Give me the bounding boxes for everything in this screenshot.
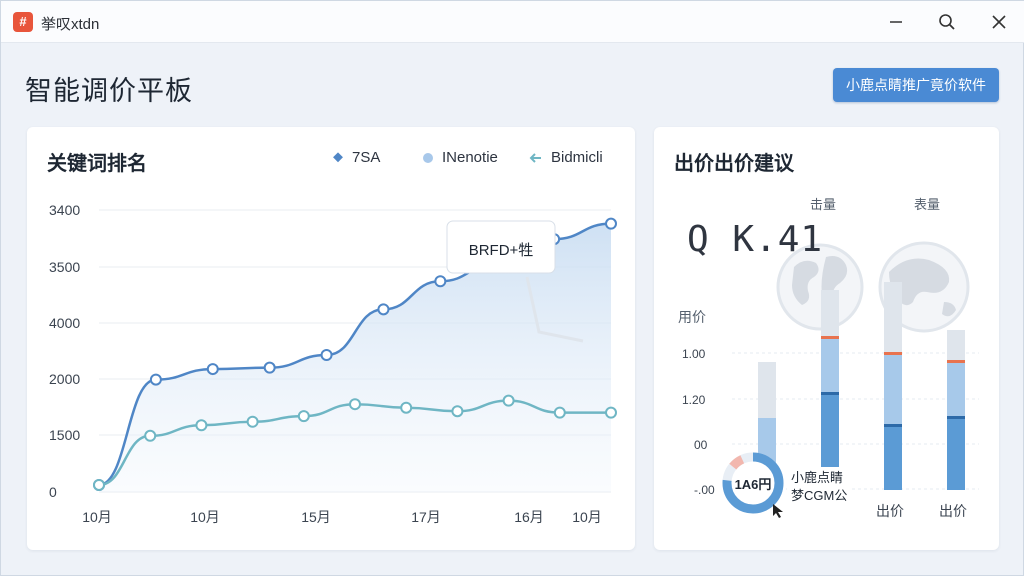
data-point — [93, 478, 105, 491]
x-tick-label: 出价 — [939, 503, 967, 519]
x-tick-label: 15月 — [301, 509, 331, 525]
y-tick-label: 2000 — [49, 371, 80, 387]
tooltip-line: 梦CGM公 — [791, 488, 848, 503]
page-title: 智能调价平板 — [25, 76, 193, 106]
y-tick-label: 0 — [49, 484, 57, 500]
keyword-rank-line-chart: 3400 3500 4000 2000 1500 0 10月 10月 15月 17月 16月 10月 B… — [49, 202, 617, 525]
bar-marker-line — [947, 416, 965, 419]
close-button[interactable] — [984, 7, 1014, 37]
bid-suggestion-card: 出价出价建议 击量 表量 Q K.41 用价 1.00 1.20 00 -.00… — [654, 127, 999, 550]
y-tick-label: 3400 — [49, 202, 80, 218]
data-point — [605, 406, 617, 419]
data-point — [320, 349, 333, 362]
y-tick-label: 4000 — [49, 315, 80, 331]
data-point — [206, 363, 219, 376]
x-tick-label: 17月 — [411, 509, 441, 525]
x-tick-label: 16月 — [514, 509, 544, 525]
data-point — [502, 394, 515, 407]
app-window: # 挙叹xtdn 智能调价平板 小鹿点睛推广竟价软件 关键词排名 7SA INe… — [0, 0, 1024, 576]
cursor-icon — [773, 504, 783, 518]
app-logo-icon: # — [13, 12, 33, 32]
title-bar: # 挙叹xtdn — [1, 1, 1024, 43]
bar-marker-line — [884, 424, 902, 427]
data-point — [349, 398, 361, 411]
x-tick-label: 出价 — [876, 503, 904, 519]
keyword-ranking-card: 关键词排名 7SA INenotie Bidmicli 3400 3500 4000… — [27, 127, 635, 550]
data-point — [246, 415, 259, 428]
tooltip-line: 小鹿点睛 — [791, 470, 844, 485]
data-point — [400, 401, 413, 414]
minimize-icon — [890, 21, 902, 23]
data-point — [195, 419, 208, 432]
app-name: 挙叹xtdn — [41, 16, 100, 33]
chart-tooltip-text: BRFD+牲 — [469, 242, 534, 259]
bar-low — [884, 426, 902, 490]
bar-low — [947, 418, 965, 490]
data-point — [451, 405, 464, 418]
promo-software-button[interactable]: 小鹿点睛推广竟价软件 — [833, 68, 999, 102]
x-tick-label: 10月 — [82, 509, 112, 525]
search-button[interactable] — [932, 7, 962, 37]
bar-marker-line — [821, 392, 839, 395]
search-icon — [939, 14, 955, 30]
bar-accent-line — [884, 352, 902, 355]
x-tick-label: 10月 — [572, 509, 602, 525]
data-point — [605, 217, 617, 230]
data-point — [434, 275, 447, 288]
y-tick-label: 1500 — [49, 427, 80, 443]
y-tick-label: 3500 — [49, 259, 80, 275]
data-point — [377, 303, 390, 316]
minimize-button[interactable] — [881, 7, 911, 37]
bar-accent-line — [947, 360, 965, 363]
x-tick-label: 10月 — [190, 509, 220, 525]
data-point — [297, 410, 310, 423]
data-point — [263, 361, 276, 374]
data-point — [553, 406, 566, 419]
bar-accent-line — [821, 336, 839, 339]
data-point — [149, 373, 162, 386]
close-icon — [992, 15, 1006, 29]
donut-tooltip: 小鹿点睛 梦CGM公 — [787, 467, 852, 507]
data-point — [144, 429, 157, 442]
